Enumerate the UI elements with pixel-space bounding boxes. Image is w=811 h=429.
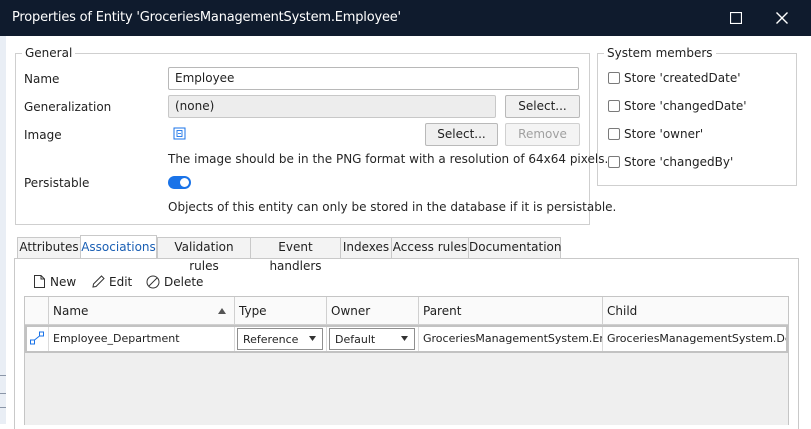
image-label: Image [24, 128, 62, 142]
owner-dropdown[interactable]: Default [329, 328, 415, 350]
delete-button[interactable]: Delete [146, 274, 204, 292]
tab-attributes[interactable]: Attributes [17, 237, 81, 258]
generalization-select-button[interactable]: Select... [505, 95, 580, 118]
close-button[interactable] [759, 0, 805, 36]
persistable-toggle[interactable] [168, 176, 191, 189]
association-icon-cell [27, 327, 49, 351]
row-name-cell[interactable]: Employee_Department [49, 327, 235, 351]
tab-access-rules[interactable]: Access rules [391, 237, 469, 258]
tab-validation-rules[interactable]: Validation rules [157, 237, 251, 273]
background-window-edge [0, 36, 6, 424]
edit-button-label: Edit [109, 275, 133, 289]
image-placeholder-icon [173, 127, 186, 140]
new-button[interactable]: New [34, 274, 78, 292]
store-owner-checkbox[interactable] [608, 128, 620, 140]
persistable-label: Persistable [24, 176, 90, 190]
sort-ascending-icon [218, 308, 226, 314]
grid-header-type[interactable]: Type [235, 297, 327, 325]
close-icon [776, 12, 788, 24]
type-dropdown[interactable]: Reference [237, 328, 323, 350]
new-document-icon [34, 275, 45, 288]
window-titlebar: Properties of Entity 'GroceriesManagemen… [0, 0, 811, 36]
edit-button[interactable]: Edit [92, 274, 136, 292]
grid-header-owner[interactable]: Owner [327, 297, 419, 325]
grid-header-name-label: Name [53, 304, 89, 318]
generalization-label: Generalization [24, 100, 112, 114]
row-child-cell[interactable]: GroceriesManagementSystem.Dep... [603, 327, 786, 351]
delete-circle-icon [146, 275, 160, 289]
row-parent-cell[interactable]: GroceriesManagementSystem.Em... [419, 327, 603, 351]
owner-dropdown-value: Default [335, 333, 376, 346]
type-dropdown-value: Reference [243, 333, 299, 346]
store-changeddate-checkbox[interactable] [608, 100, 620, 112]
window-title: Properties of Entity 'GroceriesManagemen… [12, 10, 401, 25]
row-owner-cell: Default [327, 327, 419, 351]
store-changeddate-label: Store 'changedDate' [624, 99, 747, 113]
chevron-down-icon [401, 336, 408, 341]
tab-indexes[interactable]: Indexes [340, 237, 392, 258]
grid-header-icon-column [25, 297, 49, 325]
pencil-icon [92, 275, 105, 288]
system-members-title: System members [604, 46, 716, 60]
tab-event-handlers[interactable]: Event handlers [250, 237, 341, 273]
new-button-label: New [50, 275, 77, 289]
name-input[interactable]: Employee [168, 67, 579, 90]
grid-header-parent[interactable]: Parent [419, 297, 603, 325]
store-changedby-label: Store 'changedBy' [624, 155, 734, 169]
general-group-title: General [22, 46, 76, 60]
generalization-field: (none) [168, 95, 496, 118]
tab-associations[interactable]: Associations [80, 235, 157, 258]
image-remove-button: Remove [505, 123, 580, 146]
image-hint: The image should be in the PNG format wi… [168, 152, 609, 166]
tab-documentation[interactable]: Documentation [468, 237, 562, 258]
delete-button-label: Delete [164, 275, 204, 289]
store-owner-label: Store 'owner' [624, 127, 704, 141]
image-select-button[interactable]: Select... [425, 123, 498, 146]
maximize-button[interactable] [713, 0, 759, 36]
store-createddate-checkbox[interactable] [608, 72, 620, 84]
maximize-icon [730, 12, 742, 24]
row-type-cell: Reference [235, 327, 327, 351]
name-label: Name [24, 72, 60, 86]
store-createddate-label: Store 'createdDate' [624, 71, 741, 85]
association-icon [30, 331, 44, 345]
grid-header-name[interactable]: Name [49, 297, 235, 325]
table-row[interactable]: Employee_Department Reference Default Gr… [25, 325, 788, 353]
grid-header-child[interactable]: Child [603, 297, 788, 325]
persistable-hint: Objects of this entity can only be store… [168, 200, 617, 214]
associations-grid: Name Type Owner Parent Child Employee_De… [24, 296, 789, 425]
store-changedby-checkbox[interactable] [608, 156, 620, 168]
chevron-down-icon [309, 336, 316, 341]
